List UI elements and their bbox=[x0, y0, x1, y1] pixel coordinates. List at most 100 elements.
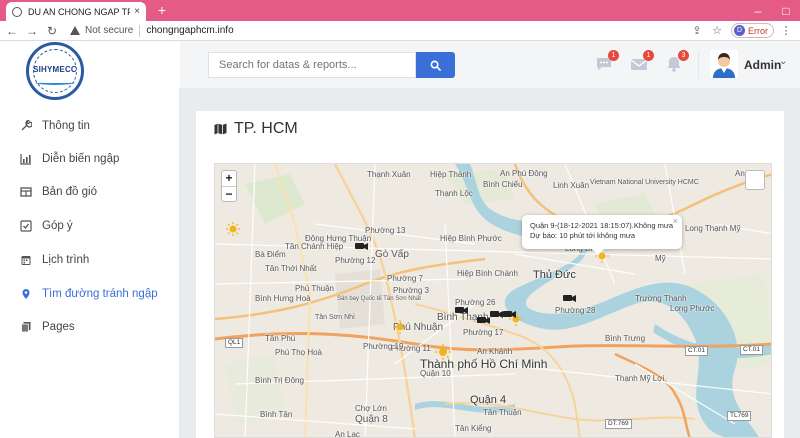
zoom-control: + − bbox=[221, 170, 237, 202]
sidebar-item-lich-trinh[interactable]: Lịch trình bbox=[0, 246, 180, 274]
weather-marker-sun[interactable] bbox=[435, 344, 451, 360]
sidebar-item-label: Bản đồ gió bbox=[42, 186, 97, 198]
sun-icon bbox=[435, 344, 451, 360]
sidebar-item-pages[interactable]: Pages bbox=[0, 313, 180, 341]
map-place-label: Long Phước bbox=[670, 304, 715, 313]
tab-title: DU AN CHONG NGAP TP.HCM bbox=[28, 6, 130, 17]
map-place-label: Bà Điểm bbox=[255, 250, 286, 259]
map-place-label: An Phú Đông bbox=[500, 169, 548, 178]
card-header: TP. HCM bbox=[196, 111, 784, 147]
checkbox-icon bbox=[20, 220, 32, 232]
map-place-label: Trường Thạnh bbox=[635, 294, 687, 303]
sidebar-item-gop-y[interactable]: Góp ý bbox=[0, 212, 180, 240]
camera-marker[interactable] bbox=[563, 292, 576, 302]
popup-close-button[interactable]: × bbox=[673, 216, 678, 226]
profile-error-button[interactable]: D Error bbox=[731, 23, 774, 38]
road-label: TL769 bbox=[727, 411, 752, 421]
map-place-label: Chợ Lớn bbox=[355, 404, 387, 413]
url-text[interactable]: chongngaphcm.info bbox=[146, 25, 233, 36]
address-bar: ← → ↻ Not secure chongngaphcm.info ⇪ ☆ D… bbox=[0, 21, 800, 41]
notifications-alert[interactable]: 3 bbox=[665, 50, 689, 72]
map-place-label: Bình Chiểu bbox=[483, 180, 523, 189]
minimize-icon[interactable]: – bbox=[744, 4, 772, 18]
globe-icon bbox=[12, 6, 22, 17]
camera-icon bbox=[490, 311, 503, 318]
copy-icon bbox=[20, 321, 32, 333]
messages-alert[interactable]: 1 bbox=[595, 50, 619, 72]
sidebar-item-dien-bien-ngap[interactable]: Diễn biến ngập bbox=[0, 145, 180, 173]
logo-area: SIHYMECC bbox=[0, 41, 180, 100]
search-input[interactable] bbox=[208, 52, 416, 78]
map-place-label: Hiệp Thành bbox=[430, 170, 472, 179]
map-place-label: Sân bay Quốc tế Tân Sơn Nhất bbox=[337, 296, 421, 302]
map-place-label: Bình Trị Đông bbox=[255, 376, 304, 385]
zoom-out-button[interactable]: − bbox=[222, 187, 236, 203]
camera-icon bbox=[563, 295, 576, 302]
app-header: SIHYMECC 1 1 bbox=[0, 41, 800, 100]
mail-alert[interactable]: 1 bbox=[630, 50, 654, 72]
map-place-label: Bình Hưng Hoà bbox=[255, 294, 311, 303]
map-place-label: Thủ Đức bbox=[533, 269, 576, 281]
camera-icon bbox=[477, 317, 490, 324]
sun-icon bbox=[226, 222, 240, 236]
new-tab-button[interactable]: + bbox=[154, 2, 170, 18]
tab-close-button[interactable]: × bbox=[134, 6, 140, 17]
tools-icon bbox=[20, 120, 32, 132]
map-place-label: Thạnh Xuân bbox=[367, 170, 411, 179]
sidebar-item-ban-do-gio[interactable]: Bản đồ gió bbox=[0, 178, 180, 206]
chevron-down-icon[interactable]: ⌄ bbox=[779, 56, 787, 67]
omnibox[interactable]: Not secure chongngaphcm.info bbox=[70, 23, 685, 39]
menu-dots-icon[interactable]: ⋮ bbox=[778, 24, 794, 37]
map-place-label: Phường 17 bbox=[463, 328, 504, 337]
sun-icon bbox=[393, 320, 407, 334]
map-icon bbox=[214, 123, 227, 135]
sidebar: Thông tin Diễn biến ngập Bản đồ gió Góp … bbox=[0, 88, 180, 438]
forward-arrow-icon[interactable]: → bbox=[24, 24, 40, 38]
sidebar-item-label: Góp ý bbox=[42, 220, 73, 232]
sidebar-item-label: Pages bbox=[42, 321, 75, 333]
star-icon[interactable]: ☆ bbox=[709, 24, 725, 37]
user-avatar-icon bbox=[710, 50, 738, 78]
zoom-in-button[interactable]: + bbox=[222, 171, 236, 187]
map-place-label: Bình Tân bbox=[260, 410, 293, 419]
alert-badge: 1 bbox=[608, 50, 619, 61]
map-place-label: Thạnh Lộc bbox=[435, 189, 473, 198]
camera-marker[interactable] bbox=[503, 308, 516, 318]
user-name[interactable]: Admin bbox=[744, 58, 781, 72]
weather-marker-sun[interactable] bbox=[226, 222, 240, 236]
map-view[interactable]: Thạnh Xuân Hiệp Thành Phường 13 Đông Hưng T… bbox=[214, 163, 772, 438]
alert-badge: 1 bbox=[643, 50, 654, 61]
profile-error-label: Error bbox=[748, 25, 768, 36]
layers-button[interactable] bbox=[745, 170, 765, 190]
sihymecc-logo[interactable]: SIHYMECC bbox=[26, 42, 84, 100]
camera-icon bbox=[355, 243, 368, 250]
share-icon[interactable]: ⇪ bbox=[689, 24, 705, 37]
alert-badge: 3 bbox=[678, 50, 689, 61]
chart-icon bbox=[20, 153, 32, 165]
reload-icon[interactable]: ↻ bbox=[44, 24, 60, 38]
browser-tab[interactable]: DU AN CHONG NGAP TP.HCM × bbox=[6, 2, 146, 21]
popup-line-2: Dự báo: 10 phút tới không mưa bbox=[530, 231, 636, 240]
popup-line-1: Quận 9-(18-12-2021 18:15:07).Không mưa bbox=[530, 221, 674, 230]
back-arrow-icon[interactable]: ← bbox=[4, 24, 20, 38]
camera-marker[interactable] bbox=[490, 308, 503, 318]
sidebar-item-tim-duong-tranh-ngap[interactable]: Tìm đường tránh ngập bbox=[0, 280, 180, 308]
camera-marker[interactable] bbox=[477, 314, 490, 324]
map-place-label: Tân Phú bbox=[265, 334, 296, 343]
maximize-icon[interactable]: □ bbox=[772, 4, 800, 18]
search-button[interactable] bbox=[416, 52, 455, 78]
sidebar-item-label: Thông tin bbox=[42, 120, 90, 132]
map-place-label: Long Thạnh Mỹ bbox=[685, 224, 741, 233]
warning-icon bbox=[70, 26, 80, 35]
camera-marker[interactable] bbox=[455, 304, 468, 314]
camera-marker[interactable] bbox=[355, 240, 368, 250]
map-place-label: Tân Chánh Hiệp bbox=[285, 242, 344, 251]
user-avatar[interactable] bbox=[710, 50, 738, 78]
map-place-label: Phú Thọ Hoà bbox=[275, 348, 322, 357]
map-place-label: Tân Thới Nhất bbox=[265, 264, 317, 273]
map-place-label: Vietnam National University HCMC bbox=[590, 179, 699, 186]
browser-tabbar: DU AN CHONG NGAP TP.HCM × + – □ bbox=[0, 0, 800, 21]
weather-marker-sun[interactable] bbox=[393, 320, 407, 334]
map-place-label: Mỹ bbox=[655, 254, 666, 263]
sidebar-item-thong-tin[interactable]: Thông tin bbox=[0, 112, 180, 140]
